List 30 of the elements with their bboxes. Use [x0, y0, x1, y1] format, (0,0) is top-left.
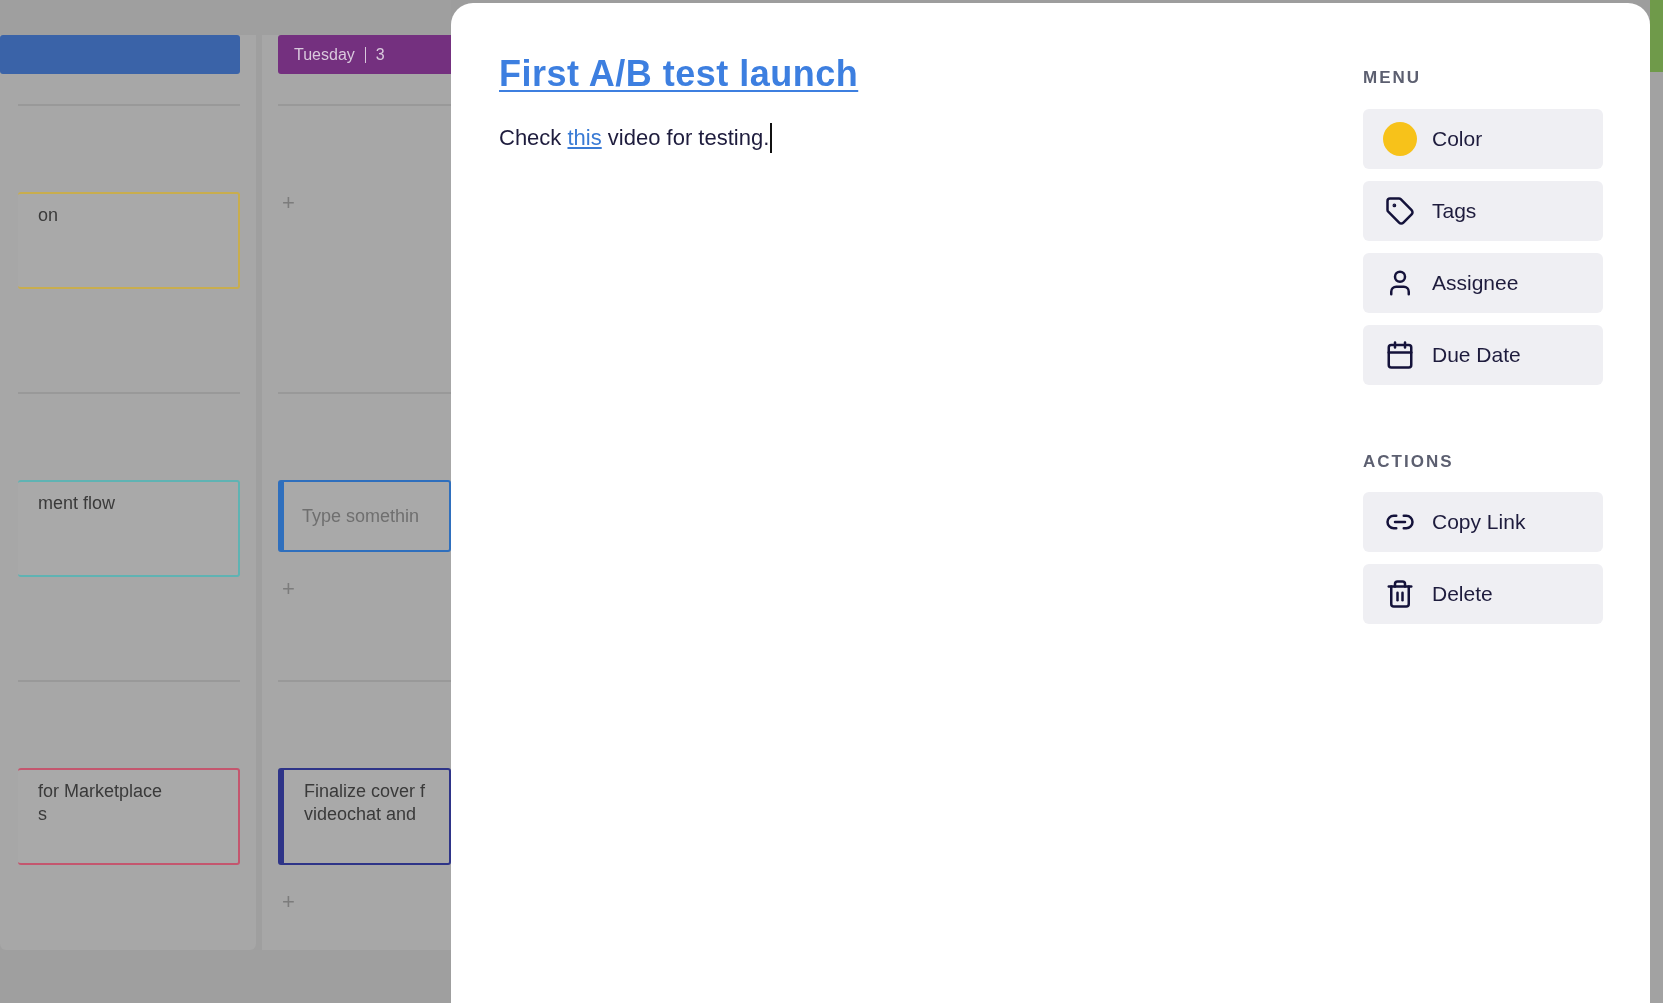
card-text: on	[38, 204, 59, 227]
note-text[interactable]: Check this video for testing.	[499, 121, 770, 154]
column-header[interactable]	[0, 35, 240, 74]
tag-icon	[1385, 195, 1415, 226]
task-card[interactable]: ment flow	[18, 480, 240, 577]
menu-button[interactable]: Due Date	[1363, 324, 1603, 385]
text-cursor	[770, 122, 773, 153]
task-card[interactable]: for Marketplace s	[18, 768, 240, 865]
calendar-icon	[1385, 339, 1415, 370]
task-card[interactable]: Finalize cover f videochat and	[278, 768, 451, 865]
card-text: for Marketplace	[38, 780, 163, 803]
video-link[interactable]: this	[567, 125, 602, 150]
column-header[interactable]: Tuesday 3	[278, 35, 451, 74]
menu-button[interactable]: Color	[1363, 108, 1603, 169]
card-text: s	[38, 803, 47, 826]
menu-button[interactable]: Assignee	[1363, 252, 1603, 313]
section-label: ACTIONS	[1363, 450, 1455, 473]
menu-button[interactable]: Tags	[1363, 180, 1603, 241]
card-text: ment flow	[38, 492, 116, 515]
card-text: videochat and	[304, 803, 417, 826]
card-input-field[interactable]: Type somethin	[278, 480, 451, 552]
menu-button[interactable]: Delete	[1363, 564, 1603, 624]
section-label: MENU	[1363, 67, 1423, 89]
menu-button[interactable]: Copy Link	[1363, 492, 1603, 552]
card-text: Finalize cover f	[304, 780, 426, 803]
note-title[interactable]: First A/B test launch	[499, 51, 859, 97]
trash-icon	[1385, 579, 1415, 609]
column-title: Tuesday	[294, 44, 355, 65]
column-count: 3	[375, 44, 385, 65]
task-card[interactable]: on	[18, 192, 240, 289]
